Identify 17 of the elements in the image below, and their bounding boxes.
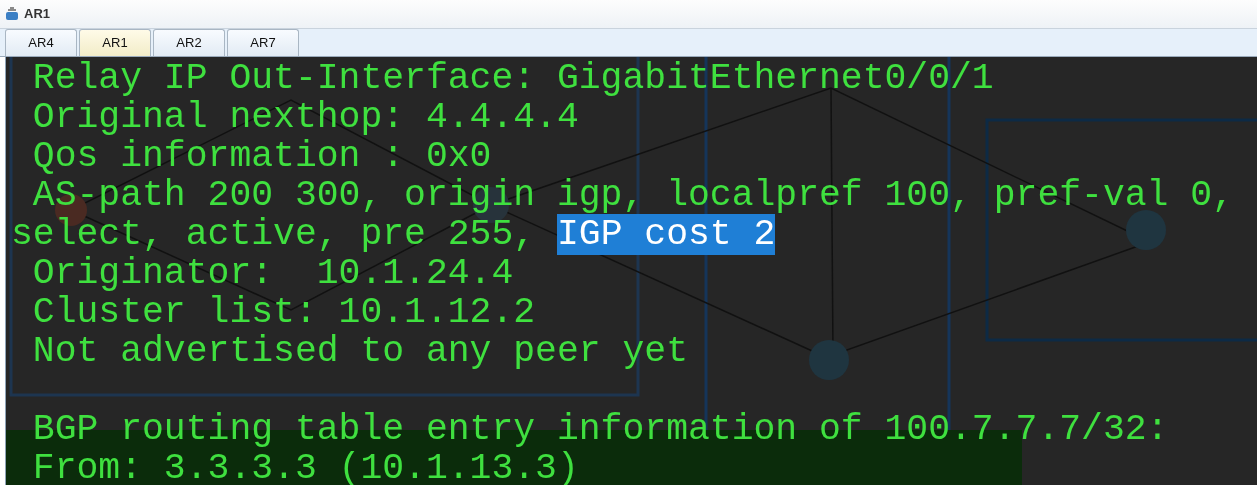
terminal-line: Qos information : 0x0 <box>31 136 492 177</box>
router-icon <box>4 6 20 22</box>
window-title: AR1 <box>24 5 50 24</box>
terminal-line: Relay IP Out-Interface: GigabitEthernet0/0/1 <box>31 58 994 99</box>
terminal-line: Not advertised to any peer yet <box>31 331 688 372</box>
tab[interactable]: AR1 <box>79 29 151 56</box>
tab[interactable]: AR4 <box>5 29 77 56</box>
selected-text: IGP cost 2 <box>556 214 776 255</box>
tab[interactable]: AR7 <box>227 29 299 56</box>
tab[interactable]: AR2 <box>153 29 225 56</box>
terminal-line: AS-path 200 300, origin igp, localpref 100, pref-val 0, <box>31 175 1234 216</box>
terminal-line: Original nexthop: 4.4.4.4 <box>31 97 579 138</box>
terminal-line: BGP routing table entry information of 100.7.7.7/32: <box>31 409 1169 450</box>
terminal-line: Originator: 10.1.24.4 <box>31 253 514 294</box>
terminal-line: Cluster list: 10.1.12.2 <box>31 292 536 333</box>
terminal-line: From: 3.3.3.3 (10.1.13.3) <box>31 448 579 485</box>
terminal-line: select, active, pre 255, <box>11 214 537 255</box>
